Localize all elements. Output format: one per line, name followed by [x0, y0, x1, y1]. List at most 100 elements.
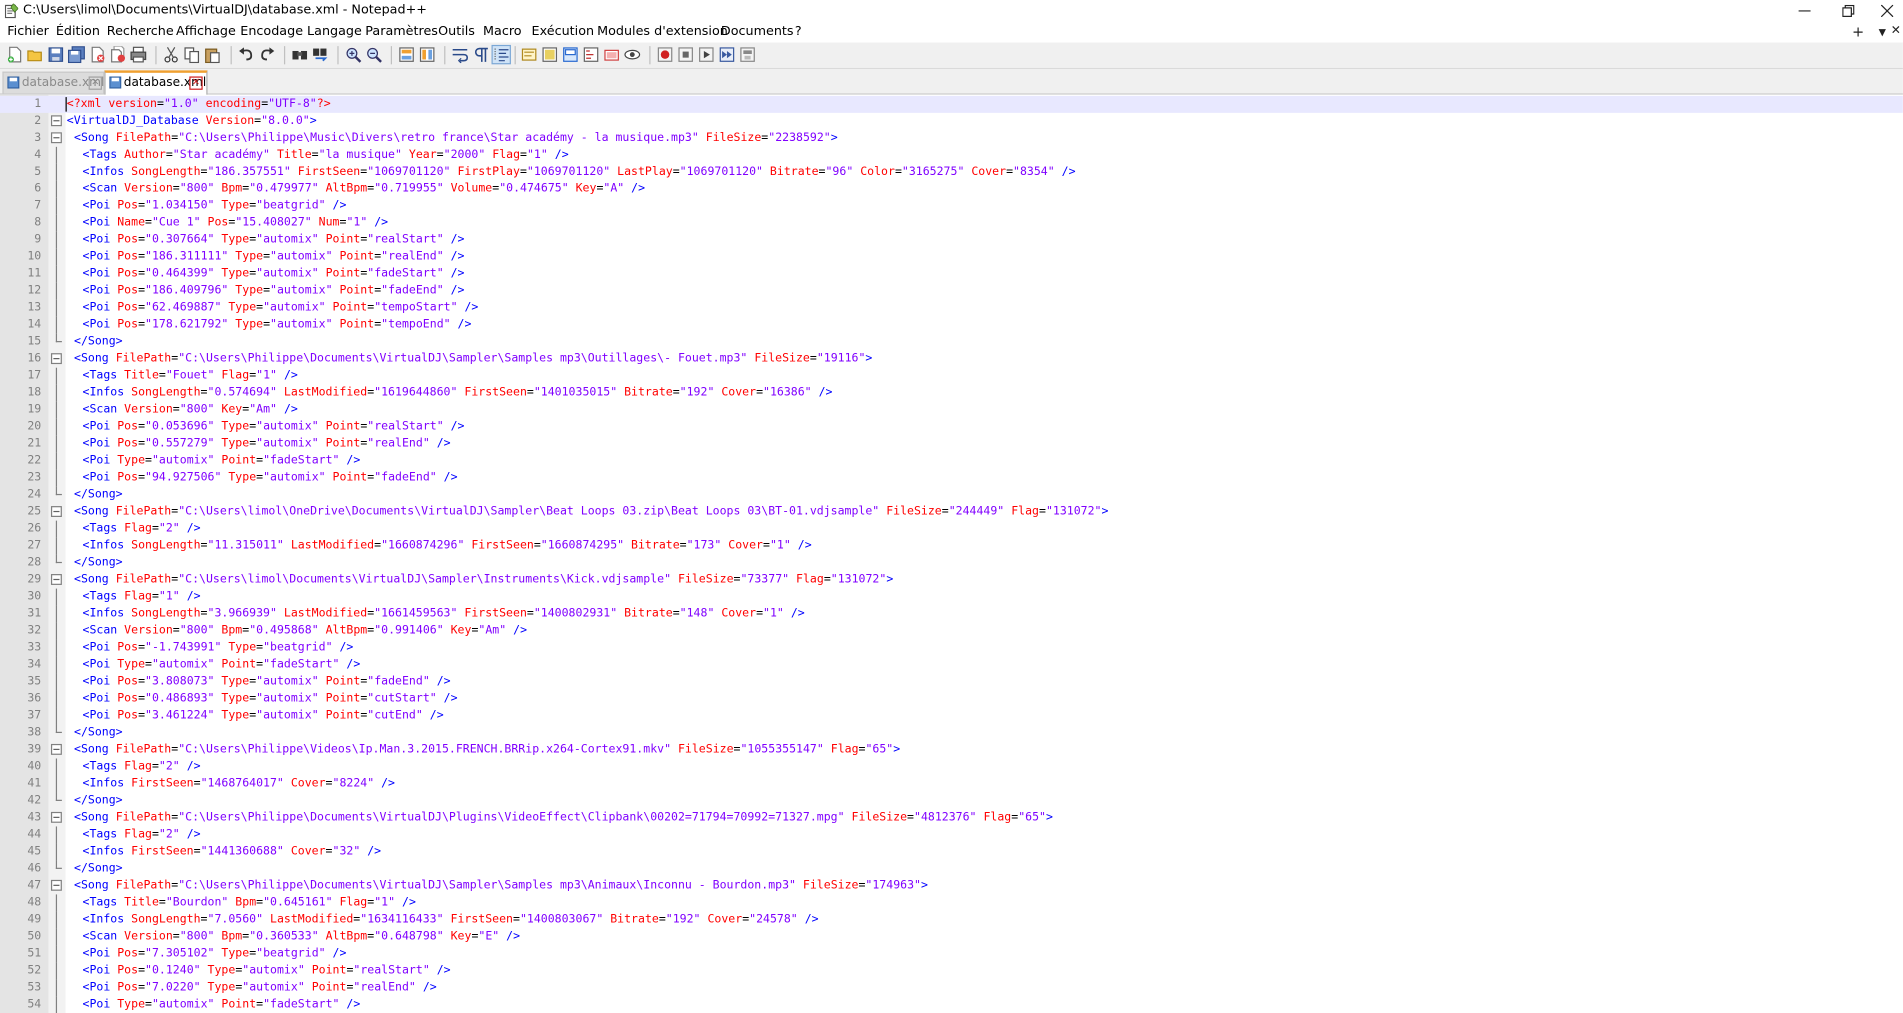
print-icon[interactable] — [130, 46, 147, 63]
code-line[interactable]: 46 </Song> — [0, 860, 1903, 877]
sync-horizontal-icon[interactable] — [419, 46, 436, 63]
code-line[interactable]: 34 <Poi Type="automix" Point="fadeStart" … — [0, 656, 1903, 674]
menu-edition[interactable]: Édition — [56, 24, 100, 39]
code-line[interactable]: 20 <Poi Pos="0.053696" Type="automix" Poi… — [0, 418, 1903, 436]
fold-toggle-icon[interactable] — [50, 811, 62, 823]
code-line[interactable]: 44 <Tags Flag="2" /> — [0, 826, 1903, 844]
code-line[interactable]: 27 <Infos SongLength="11.315011" LastModi… — [0, 537, 1903, 555]
code-line[interactable]: 12 <Poi Pos="186.409796" Type="automix" P… — [0, 282, 1903, 300]
code-line[interactable]: 28 </Song> — [0, 554, 1903, 572]
menu-outils[interactable]: Outils — [438, 24, 475, 39]
stop-macro-icon[interactable] — [677, 46, 694, 63]
fold-toggle-icon[interactable] — [50, 879, 62, 891]
code-line[interactable]: 22 <Poi Type="automix" Point="fadeStart" … — [0, 452, 1903, 470]
replace-icon[interactable] — [312, 46, 329, 63]
find-icon[interactable] — [291, 46, 308, 63]
tab-database-xml-active[interactable]: database.xml ✕ — [104, 70, 208, 96]
fold-toggle-icon[interactable] — [50, 115, 62, 127]
close-file-icon[interactable] — [89, 46, 106, 63]
menu-fichier[interactable]: Fichier — [7, 24, 49, 39]
paste-icon[interactable] — [204, 46, 221, 64]
play-macro-icon[interactable] — [698, 46, 715, 63]
tab-list-dropdown-button[interactable]: ▾ — [1879, 23, 1886, 40]
minimize-button[interactable] — [1783, 0, 1827, 22]
save-macro-icon[interactable] — [739, 46, 756, 63]
udl-icon[interactable] — [521, 46, 538, 63]
code-line[interactable]: 10 <Poi Pos="186.311111" Type="automix" P… — [0, 248, 1903, 266]
code-line[interactable]: 53 <Poi Pos="7.0220" Type="automix" Point… — [0, 979, 1903, 997]
code-line[interactable]: 18 <Infos SongLength="0.574694" LastModif… — [0, 384, 1903, 402]
code-line[interactable]: 23 <Poi Pos="94.927506" Type="automix" Po… — [0, 469, 1903, 487]
code-line[interactable]: 33 <Poi Pos="-1.743991" Type="beatgrid" /… — [0, 639, 1903, 657]
folder-workspace-icon[interactable] — [583, 46, 600, 63]
new-file-icon[interactable] — [6, 46, 23, 63]
code-line[interactable]: 54 <Poi Type="automix" Point="fadeStart" … — [0, 996, 1903, 1013]
code-line[interactable]: 6 <Scan Version="800" Bpm="0.479977" AltB… — [0, 180, 1903, 198]
menu-encodage[interactable]: Encodage — [240, 24, 303, 39]
code-line[interactable]: 4 <Tags Author="Star académy" Title="la m… — [0, 146, 1903, 164]
redo-icon[interactable] — [258, 46, 275, 63]
code-line[interactable]: 26 <Tags Flag="2" /> — [0, 520, 1903, 538]
code-line[interactable]: 15 </Song> — [0, 333, 1903, 351]
close-document-button[interactable]: ✕ — [1891, 24, 1901, 37]
menu-macro[interactable]: Macro — [483, 24, 522, 39]
code-editor[interactable]: 1 <?xml version = "1.0" encoding = "UTF-8"?> 2… — [0, 94, 1903, 1013]
code-line[interactable]: 39 <Song FilePath="C:\Users\Philippe\Vide… — [0, 742, 1903, 759]
code-line[interactable]: 14 <Poi Pos="178.621792" Type="automix" P… — [0, 316, 1903, 334]
code-line[interactable]: 5 <Infos SongLength="186.357551" FirstSee… — [0, 163, 1903, 181]
code-line[interactable]: 47 <Song FilePath="C:\Users\Philippe\Docu… — [0, 877, 1903, 894]
fold-toggle-icon[interactable] — [50, 574, 62, 585]
menu-recherche[interactable]: Recherche — [107, 24, 174, 39]
close-window-button[interactable] — [1870, 0, 1903, 22]
code-line[interactable]: 50 <Scan Version="800" Bpm="0.360533" Alt… — [0, 928, 1903, 946]
fold-toggle-icon[interactable] — [50, 506, 62, 517]
menu-documents[interactable]: Documents — [721, 24, 794, 39]
monitoring-icon[interactable] — [624, 46, 641, 63]
cut-icon[interactable] — [163, 46, 180, 63]
function-list-icon[interactable] — [562, 46, 579, 63]
code-line[interactable]: 31 <Infos SongLength="3.966939" LastModif… — [0, 605, 1903, 623]
fold-toggle-icon[interactable] — [50, 132, 62, 144]
code-line[interactable]: 29 <Song FilePath="C:\Users\limol\Documen… — [0, 572, 1903, 589]
record-macro-icon[interactable] — [657, 46, 674, 63]
code-line[interactable]: 9 <Poi Pos="0.307664" Type="automix" Poin… — [0, 231, 1903, 249]
menu-help[interactable]: ? — [795, 24, 802, 39]
code-line[interactable]: 48 <Tags Title="Bourdon" Bpm="0.645161" F… — [0, 894, 1903, 912]
new-tab-plus-button[interactable]: + — [1852, 23, 1864, 40]
run-macro-multiple-icon[interactable] — [718, 46, 735, 63]
code-line[interactable]: 1 <?xml version="1.0" encoding="UTF-8"?> — [0, 95, 1903, 113]
code-line[interactable]: 37 <Poi Pos="3.461224" Type="automix" Poi… — [0, 707, 1903, 725]
code-line[interactable]: 43 <Song FilePath="C:\Users\Philippe\Docu… — [0, 809, 1903, 826]
code-line[interactable]: 7 <Poi Pos="1.034150" Type="beatgrid" /> — [0, 197, 1903, 215]
code-line[interactable]: 16 <Song FilePath="C:\Users\Philippe\Docu… — [0, 351, 1903, 368]
save-icon[interactable] — [47, 46, 64, 63]
code-line[interactable]: 45 <Infos FirstSeen="1441360688" Cover="3… — [0, 843, 1903, 861]
code-line[interactable]: 32 <Scan Version="800" Bpm="0.495868" Alt… — [0, 622, 1903, 640]
sync-vertical-icon[interactable] — [398, 46, 415, 63]
fold-toggle-icon[interactable] — [50, 743, 62, 755]
show-all-chars-icon[interactable] — [472, 46, 489, 63]
code-line[interactable]: 36 <Poi Pos="0.486893" Type="automix" Poi… — [0, 690, 1903, 708]
code-line[interactable]: 17 <Tags Title="Fouet" Flag="1" /> — [0, 367, 1903, 385]
word-wrap-icon[interactable] — [451, 46, 469, 64]
code-line[interactable]: 42 </Song> — [0, 792, 1903, 809]
menu-parametres[interactable]: Paramètres — [365, 24, 438, 39]
zoom-in-icon[interactable] — [345, 46, 362, 63]
indent-guide-icon[interactable] — [491, 44, 511, 65]
save-all-icon[interactable] — [67, 46, 85, 64]
code-line[interactable]: 2 <VirtualDJ_Database Version="8.0.0"> — [0, 113, 1903, 130]
code-line[interactable]: 21 <Poi Pos="0.557279" Type="automix" Poi… — [0, 435, 1903, 453]
code-line[interactable]: 3 <Song FilePath="C:\Users\Philippe\Music… — [0, 130, 1903, 147]
code-line[interactable]: 52 <Poi Pos="0.1240" Type="automix" Point… — [0, 962, 1903, 980]
code-line[interactable]: 19 <Scan Version="800" Key="Am" /> — [0, 401, 1903, 419]
restore-button[interactable] — [1826, 0, 1870, 22]
doc-switcher-icon[interactable] — [603, 46, 620, 63]
code-line[interactable]: 24 </Song> — [0, 486, 1903, 504]
open-file-icon[interactable] — [27, 46, 44, 63]
tab-database-xml-inactive[interactable]: database.xml ✕ — [2, 71, 105, 94]
code-line[interactable]: 41 <Infos FirstSeen="1468764017" Cover="8… — [0, 775, 1903, 793]
code-line[interactable]: 25 <Song FilePath="C:\Users\limol\OneDriv… — [0, 504, 1903, 521]
code-line[interactable]: 30 <Tags Flag="1" /> — [0, 588, 1903, 606]
copy-icon[interactable] — [183, 46, 200, 64]
close-all-icon[interactable] — [109, 46, 126, 63]
